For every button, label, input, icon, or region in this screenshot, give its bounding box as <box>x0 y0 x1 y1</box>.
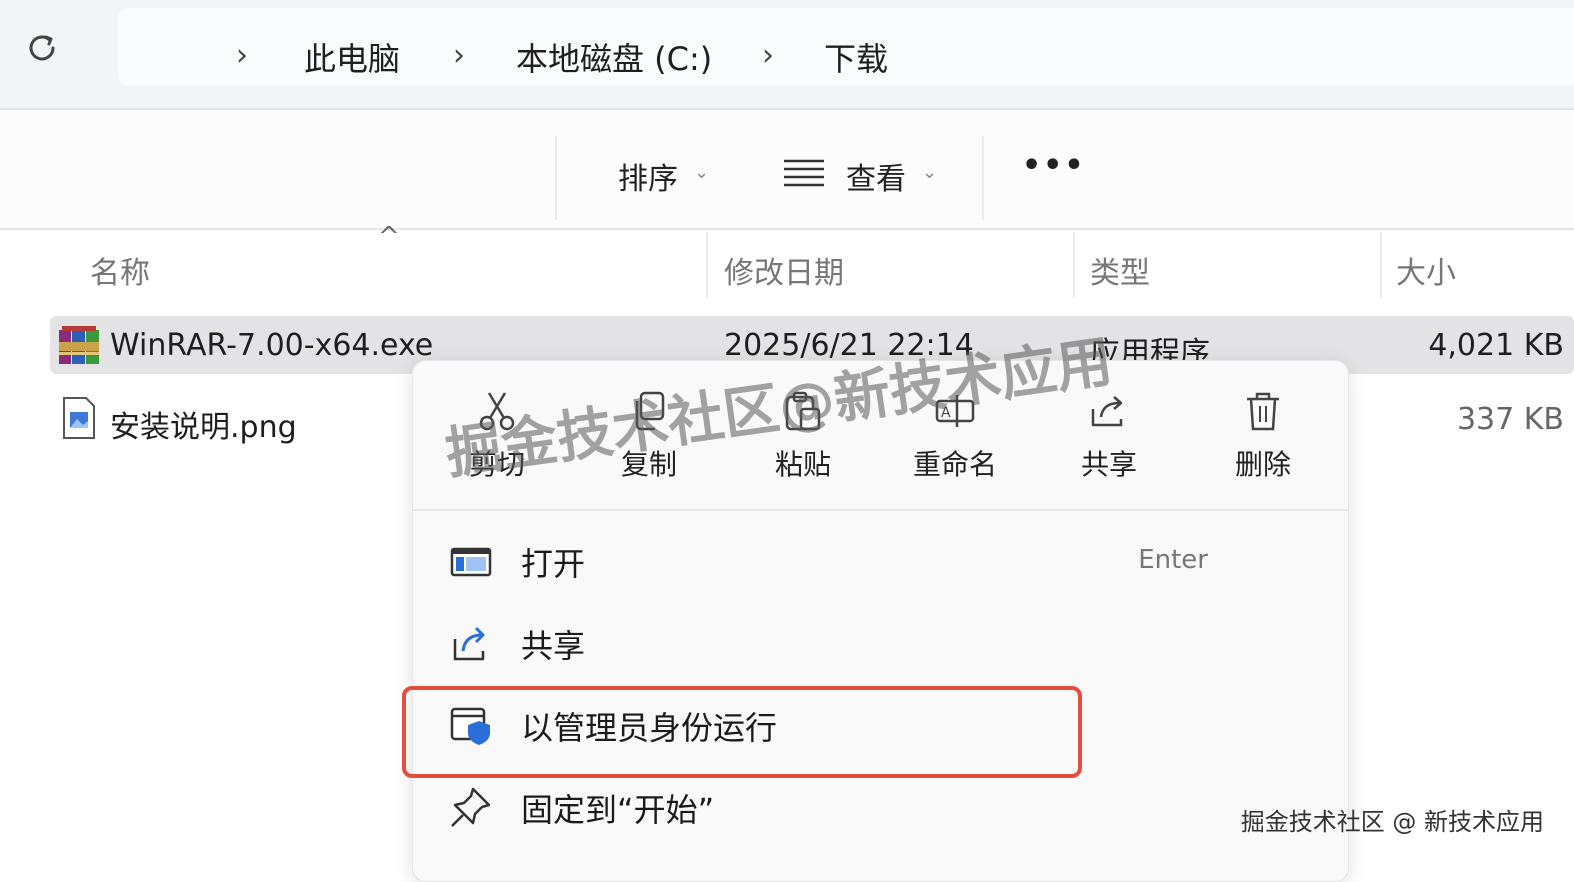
column-divider[interactable] <box>1380 232 1382 298</box>
chevron-down-icon: ⌄ <box>922 162 938 183</box>
file-name: WinRAR-7.00-x64.exe <box>110 328 434 363</box>
image-file-icon <box>63 397 95 439</box>
sort-button[interactable]: 排序 <box>618 154 678 198</box>
menu-item-label: 固定到“开始” <box>521 791 715 829</box>
breadcrumb-local-disk[interactable]: 本地磁盘 (C:) <box>516 34 712 80</box>
chevron-right-icon[interactable]: › <box>236 38 248 73</box>
share-icon <box>453 626 485 661</box>
sort-ascending-icon: ^ <box>378 222 400 252</box>
column-divider[interactable] <box>1073 232 1075 298</box>
chevron-right-icon[interactable]: › <box>762 38 774 73</box>
menu-item-label: 共享 <box>521 627 586 665</box>
chevron-down-icon: ⌄ <box>694 162 710 183</box>
column-header-date[interactable]: 修改日期 <box>724 248 844 318</box>
highlight-box <box>402 686 1082 778</box>
column-header-name[interactable]: 名称 <box>90 248 150 318</box>
winrar-icon <box>59 326 99 364</box>
watermark-corner: 掘金技术社区 @ 新技术应用 <box>1240 808 1544 836</box>
more-options-button[interactable]: ••• <box>1022 148 1086 183</box>
command-bar: 排序 ⌄ 查看 ⌄ ••• <box>0 110 1574 230</box>
column-header-type[interactable]: 类型 <box>1090 248 1150 318</box>
address-bar-area: › 此电脑 › 本地磁盘 (C:) › 下载 <box>0 0 1574 110</box>
breadcrumb-downloads[interactable]: 下载 <box>824 34 888 80</box>
shortcut-hint: Enter <box>1138 545 1208 575</box>
menu-item-open[interactable]: 打开 Enter <box>413 525 1348 597</box>
breadcrumb-this-pc[interactable]: 此电脑 <box>304 34 400 80</box>
share-label: 共享 <box>1080 448 1137 481</box>
trash-icon <box>1247 392 1279 431</box>
menu-divider <box>413 509 1348 511</box>
delete-label: 删除 <box>1234 448 1291 481</box>
file-name: 安装说明.png <box>110 410 297 445</box>
menu-item-share[interactable]: 共享 <box>413 607 1348 679</box>
pin-icon <box>451 787 491 827</box>
share-button[interactable]: 共享 <box>1049 389 1169 499</box>
address-bar[interactable]: › 此电脑 › 本地磁盘 (C:) › 下载 <box>118 8 1574 86</box>
paste-label: 粘贴 <box>774 448 831 481</box>
file-size: 4,021 KB <box>1428 328 1564 363</box>
menu-item-label: 打开 <box>521 545 586 583</box>
chevron-right-icon[interactable]: › <box>453 38 465 73</box>
column-divider[interactable] <box>706 232 708 298</box>
rename-label: 重命名 <box>912 448 997 481</box>
open-window-icon <box>450 547 492 577</box>
toolbar-divider <box>982 136 984 220</box>
view-button[interactable]: 查看 <box>846 154 906 198</box>
menu-item-pin-to-start[interactable]: 固定到“开始” <box>413 771 1348 843</box>
file-size: 337 KB <box>1456 402 1564 437</box>
column-header-size[interactable]: 大小 <box>1396 248 1456 318</box>
view-list-icon[interactable] <box>782 158 826 188</box>
refresh-icon[interactable] <box>22 28 62 68</box>
toolbar-divider <box>555 136 557 220</box>
delete-button[interactable]: 删除 <box>1203 389 1323 499</box>
